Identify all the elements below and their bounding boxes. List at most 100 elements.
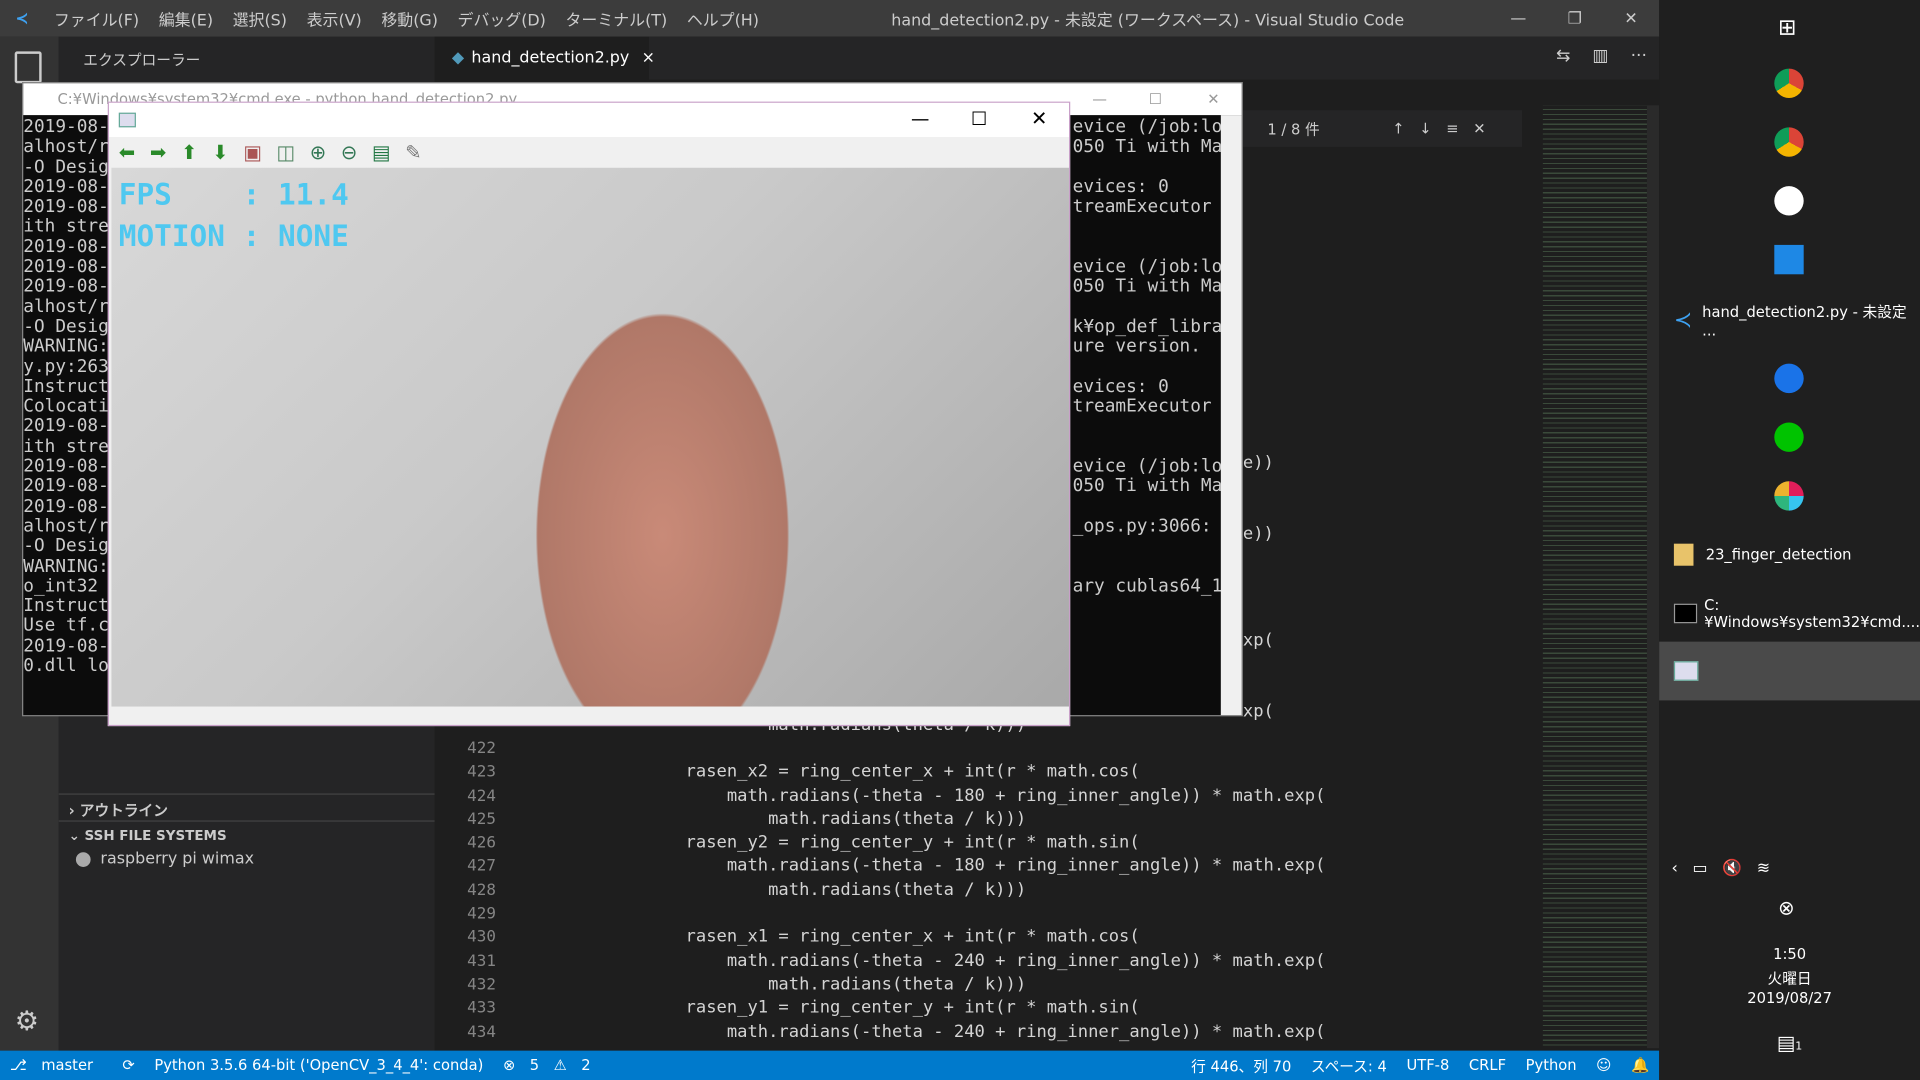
- cmd-maximize-icon[interactable]: ☐: [1149, 91, 1162, 108]
- vscode-logo-icon: ≺: [15, 9, 29, 28]
- clock-day[interactable]: 火曜日: [1659, 967, 1920, 988]
- code-line: 426 rasen_y2 = ring_center_y + int(r * m…: [435, 832, 1326, 856]
- ssh-item[interactable]: raspberry pi wimax: [75, 850, 254, 868]
- mute-icon[interactable]: 🔇: [1722, 860, 1742, 878]
- compare-icon[interactable]: ⇆: [1556, 47, 1570, 67]
- menu-terminal[interactable]: ターミナル(T): [565, 7, 667, 30]
- minimap[interactable]: [1542, 105, 1647, 1049]
- tab-hand-detection2[interactable]: ◆ hand_detection2.py ×: [434, 36, 655, 80]
- pan-right-icon[interactable]: ➡: [150, 141, 166, 164]
- pan-down-icon[interactable]: ⬇: [212, 141, 228, 164]
- bell-icon[interactable]: 🔔: [1631, 1057, 1649, 1074]
- find-close-icon[interactable]: ✕: [1473, 120, 1485, 137]
- taskbar-item-label: 23_finger_detection: [1705, 546, 1852, 564]
- find-selection-icon[interactable]: ≡: [1446, 120, 1458, 137]
- more-icon[interactable]: ···: [1631, 47, 1647, 67]
- cmd-line: _ops.py:3066: t: [1072, 516, 1234, 537]
- cv-close-icon[interactable]: ✕: [1031, 107, 1047, 130]
- vscode-blue-icon[interactable]: [1774, 244, 1804, 275]
- warning-count: 2: [581, 1056, 591, 1074]
- cmd-line: evices: 0: [1072, 177, 1169, 198]
- app-icon[interactable]: [1774, 186, 1804, 216]
- taskbar-item-cmd[interactable]: C:¥Windows¥system32¥cmd....: [1659, 590, 1920, 637]
- cmd-line: treamExecutor w: [1072, 396, 1234, 417]
- cmd-line: 2019-08-2: [23, 456, 120, 477]
- slack-icon[interactable]: [1774, 481, 1804, 511]
- zoom-fit-icon[interactable]: ◫: [276, 141, 295, 164]
- problems[interactable]: ⊗ 5 ⚠ 2: [503, 1057, 600, 1074]
- cmd-output-left: 2019-08-2 alhost/re -O Design 2019-08-2 2019…: [23, 118, 119, 677]
- sync-icon[interactable]: ⟳: [122, 1057, 134, 1074]
- menu-edit[interactable]: 編集(E): [159, 7, 213, 30]
- outline-section[interactable]: › アウトライン: [58, 793, 435, 820]
- cmd-minimize-icon[interactable]: —: [1092, 91, 1107, 108]
- encoding[interactable]: UTF-8: [1406, 1057, 1449, 1074]
- taskbar-item-folder[interactable]: 23_finger_detection: [1659, 531, 1920, 578]
- python-interpreter[interactable]: Python 3.5.6 64-bit ('OpenCV_3_4_4': con…: [154, 1057, 483, 1074]
- cv-maximize-icon[interactable]: ☐: [971, 108, 987, 130]
- chrome-icon[interactable]: [1774, 68, 1804, 98]
- line-text: math.radians(-theta - 180 + ring_inner_a…: [520, 785, 1326, 806]
- menu-go[interactable]: 移動(G): [381, 7, 438, 30]
- cmd-scrollbar[interactable]: [1220, 115, 1242, 716]
- outline-label: アウトライン: [79, 802, 168, 820]
- cmd-close-icon[interactable]: ✕: [1207, 91, 1219, 108]
- tray-close-icon[interactable]: ⊗: [1778, 896, 1794, 919]
- git-branch[interactable]: ⎇ master: [10, 1057, 103, 1074]
- menu-help[interactable]: ヘルプ(H): [687, 7, 759, 30]
- scrollbar[interactable]: [1646, 105, 1660, 1049]
- cmd-line: evice (/job:loc: [1072, 117, 1234, 138]
- cmd-line: 2019-08-2: [23, 636, 120, 656]
- wifi-icon[interactable]: ≋: [1757, 860, 1770, 878]
- restore-icon[interactable]: ❐: [1547, 9, 1603, 27]
- notification-icon[interactable]: ▤1: [1777, 1031, 1803, 1054]
- cv-minimize-icon[interactable]: —: [911, 108, 929, 130]
- cmd-line: 2019-08-2: [23, 476, 120, 497]
- taskbar-item-opencv[interactable]: [1659, 641, 1920, 701]
- menu-debug[interactable]: デバッグ(D): [458, 7, 546, 30]
- settings-gear-icon[interactable]: ⚙: [15, 1007, 39, 1038]
- notification-count: 1: [1795, 1040, 1803, 1054]
- close-icon[interactable]: ✕: [1603, 9, 1659, 27]
- clock-date[interactable]: 2019/08/27: [1659, 989, 1920, 1006]
- find-next-icon[interactable]: ↓: [1419, 120, 1431, 137]
- cv-titlebar[interactable]: — ☐ ✕: [108, 102, 1069, 138]
- sidebar-header: エクスプローラー: [83, 51, 201, 69]
- feedback-icon[interactable]: ☺: [1596, 1057, 1611, 1074]
- start-icon[interactable]: ⊞: [1778, 15, 1796, 41]
- cmd-line: k¥op_def_librar: [1072, 317, 1234, 337]
- find-prev-icon[interactable]: ↑: [1392, 120, 1404, 137]
- code-line: 427 math.radians(-theta - 180 + ring_inn…: [435, 855, 1325, 879]
- taskbar-item-vscode[interactable]: ≺ hand_detection2.py - 未設定 ...: [1659, 296, 1920, 343]
- language-mode[interactable]: Python: [1526, 1057, 1577, 1074]
- cmd-line: 0.dll loc: [23, 656, 120, 676]
- tab-close-icon[interactable]: ×: [642, 49, 655, 67]
- menu-file[interactable]: ファイル(F): [54, 7, 139, 30]
- cmd-line: ith strea: [23, 436, 120, 457]
- minimize-icon[interactable]: —: [1490, 9, 1546, 27]
- explorer-icon[interactable]: [14, 51, 42, 84]
- maps-icon[interactable]: [1774, 363, 1804, 394]
- line-text: math.radians(theta / k))): [520, 880, 1027, 900]
- save-icon[interactable]: ▤: [372, 141, 391, 164]
- clock-time[interactable]: 1:50: [1659, 945, 1920, 962]
- battery-icon[interactable]: ▭: [1693, 860, 1708, 878]
- ssh-section[interactable]: ⌄ SSH FILE SYSTEMS: [58, 820, 435, 847]
- line-icon[interactable]: [1774, 422, 1804, 452]
- properties-icon[interactable]: ✎: [405, 141, 421, 164]
- chrome-profile-icon[interactable]: [1774, 127, 1804, 157]
- menu-selection[interactable]: 選択(S): [233, 7, 287, 30]
- zoom-original-icon[interactable]: ▣: [243, 141, 262, 164]
- pan-up-icon[interactable]: ⬆: [181, 141, 197, 164]
- cursor-position[interactable]: 行 446、列 70: [1191, 1055, 1291, 1076]
- line-number: 433: [467, 999, 496, 1018]
- indentation[interactable]: スペース: 4: [1311, 1055, 1387, 1076]
- zoom-in-icon[interactable]: ⊕: [310, 141, 326, 164]
- eol[interactable]: CRLF: [1469, 1057, 1506, 1074]
- chevron-left-icon[interactable]: ‹: [1671, 860, 1677, 878]
- zoom-out-icon[interactable]: ⊖: [341, 141, 357, 164]
- menu-view[interactable]: 表示(V): [307, 7, 362, 30]
- split-editor-icon[interactable]: ▥: [1592, 47, 1608, 67]
- code-line: 422: [435, 737, 1326, 761]
- pan-left-icon[interactable]: ⬅: [119, 141, 135, 164]
